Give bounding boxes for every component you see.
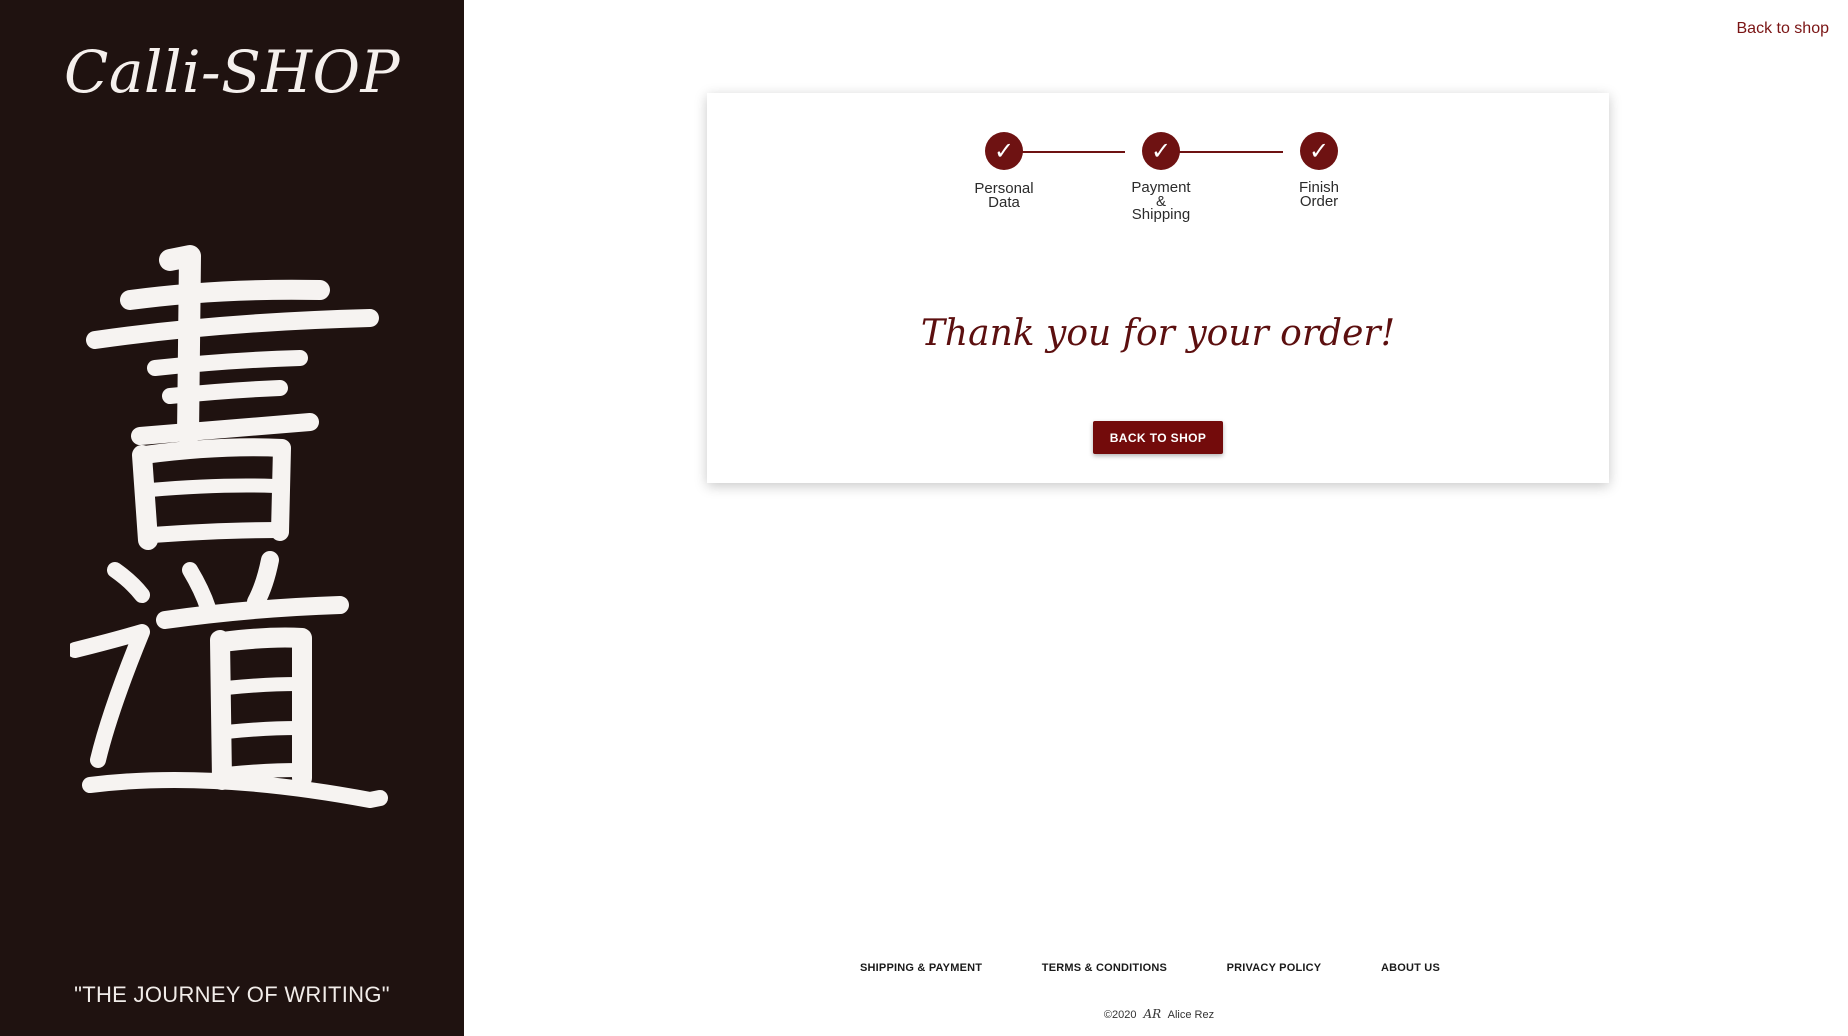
step-3-check-icon: ✓ bbox=[1300, 132, 1338, 170]
copyright-year: ©2020 bbox=[1103, 1009, 1137, 1021]
shodo-calligraphy-image bbox=[70, 245, 388, 808]
footer-link-shipping-payment[interactable]: SHIPPING & PAYMENT bbox=[860, 962, 982, 974]
step-3-label: Finish Order bbox=[1259, 180, 1379, 210]
step-1-label: Personal Data bbox=[944, 181, 1064, 211]
back-to-shop-link[interactable]: Back to shop bbox=[1737, 20, 1830, 38]
copyright: ©2020 AR Alice Rez bbox=[1000, 1007, 1318, 1021]
brand-logo[interactable]: Calli-SHOP bbox=[0, 38, 464, 106]
step-2-check-icon: ✓ bbox=[1142, 132, 1180, 170]
footer-link-terms-conditions[interactable]: TERMS & CONDITIONS bbox=[1042, 962, 1167, 974]
step-2-label: Payment & Shipping bbox=[1101, 180, 1221, 223]
step-2-label-line: Shipping bbox=[1131, 206, 1191, 223]
step-3-label-line: Order bbox=[1299, 192, 1339, 210]
step-1-check-icon: ✓ bbox=[985, 132, 1023, 170]
footer-link-privacy-policy[interactable]: PRIVACY POLICY bbox=[1227, 962, 1322, 974]
step-1-label-line: Data bbox=[988, 193, 1020, 211]
shodo-logo-text: 書道 bbox=[0, 0, 1, 1]
back-to-shop-button[interactable]: BACK TO SHOP bbox=[1093, 421, 1223, 454]
sidebar: Calli-SHOP 書道 "TH bbox=[0, 0, 464, 1036]
footer-link-about-us[interactable]: ABOUT US bbox=[1381, 962, 1440, 974]
author-signature-icon: AR bbox=[1143, 1007, 1162, 1021]
step-connector bbox=[1163, 151, 1283, 153]
tagline: "THE JOURNEY OF WRITING" bbox=[74, 982, 390, 1007]
thank-you-message: Thank you for your order! bbox=[920, 313, 1396, 354]
footer-nav: SHIPPING & PAYMENT TERMS & CONDITIONS PR… bbox=[860, 962, 1440, 974]
checkout-stepper: ✓ Personal Data ✓ Payment & Shipping ✓ F… bbox=[960, 132, 1360, 242]
step-connector bbox=[1005, 151, 1125, 153]
author-name: Alice Rez bbox=[1167, 1009, 1215, 1021]
